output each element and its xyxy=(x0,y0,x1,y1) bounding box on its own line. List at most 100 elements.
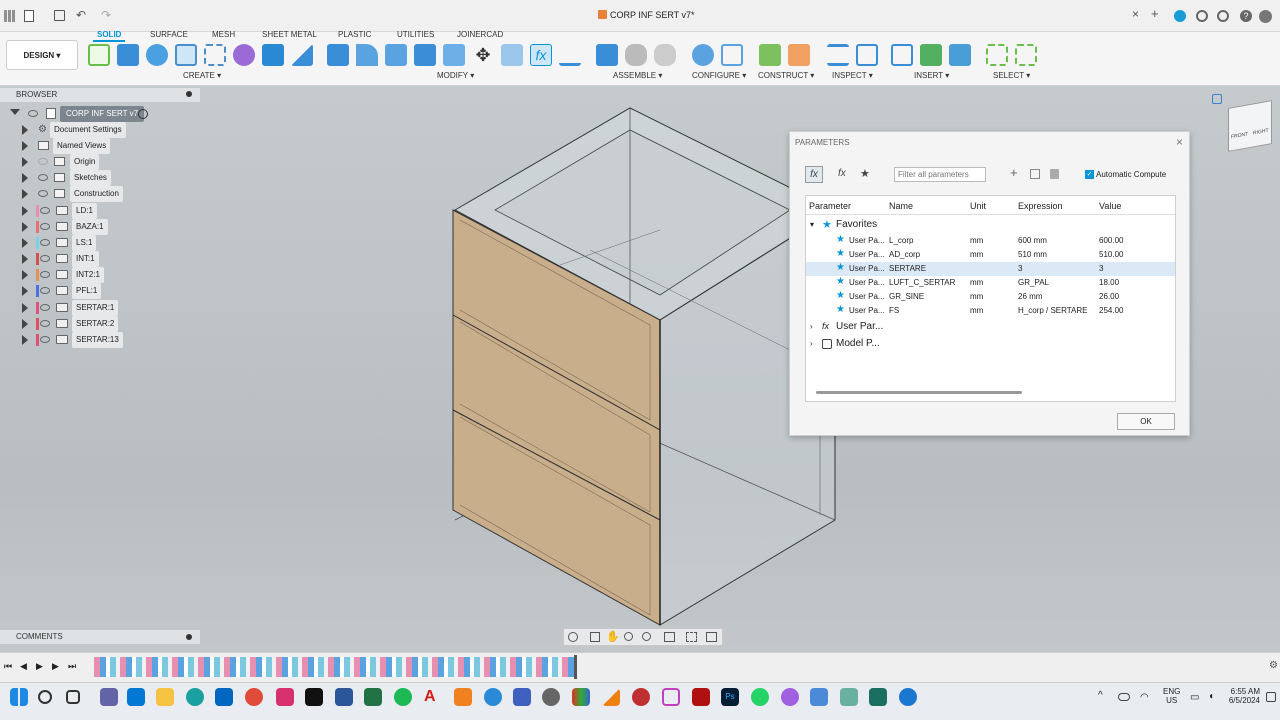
new-sketch-icon[interactable] xyxy=(88,44,110,66)
parameter-row[interactable]: ★ User Pa... L_corp mm 600 mm 600.00 xyxy=(806,234,1175,248)
group-modify[interactable]: MODIFY ▾ xyxy=(437,71,474,80)
tab-mesh[interactable]: MESH xyxy=(212,30,235,39)
browser-item-document-settings[interactable]: ⚙ Document Settings xyxy=(0,122,200,138)
instagram-icon[interactable] xyxy=(276,688,294,706)
fx-filter-icon[interactable]: fx xyxy=(805,166,823,183)
vlc-icon[interactable] xyxy=(602,688,620,706)
step-forward-icon[interactable]: ▶ xyxy=(52,661,59,672)
fast-forward-icon[interactable]: ⏭ xyxy=(68,661,76,672)
horizontal-scrollbar[interactable] xyxy=(816,391,1022,394)
windows-start-icon[interactable] xyxy=(10,688,28,706)
help-icon[interactable]: ? xyxy=(1240,10,1252,22)
browser-item-sketches[interactable]: Sketches xyxy=(0,170,200,186)
display-settings-icon[interactable] xyxy=(664,632,675,642)
viewports-icon[interactable] xyxy=(706,632,717,642)
insert-canvas-icon[interactable] xyxy=(949,44,971,66)
favorite-star-icon[interactable]: ★ xyxy=(860,167,870,180)
tab-solid[interactable]: SOLID xyxy=(92,30,126,42)
expand-arrow-icon[interactable] xyxy=(22,335,28,345)
browser-item-origin[interactable]: Origin xyxy=(0,154,200,170)
move-icon[interactable]: ✥ xyxy=(472,44,494,66)
browser-item-named-views[interactable]: Named Views xyxy=(0,138,200,154)
eye-icon[interactable] xyxy=(38,190,48,197)
dialog-close-icon[interactable]: × xyxy=(1176,135,1183,149)
acrobat-icon[interactable]: A xyxy=(424,688,442,706)
settings-icon[interactable] xyxy=(542,688,560,706)
browser-item-int2[interactable]: INT2:1 xyxy=(0,267,200,283)
expand-arrow-icon[interactable] xyxy=(22,319,28,329)
search-icon[interactable] xyxy=(38,690,52,704)
revolve-icon[interactable] xyxy=(146,44,168,66)
star-icon[interactable]: ★ xyxy=(836,234,845,245)
star-icon[interactable]: ★ xyxy=(836,290,845,301)
app-icon-1[interactable] xyxy=(484,688,502,706)
eye-icon[interactable] xyxy=(40,320,50,327)
pyramid-icon[interactable] xyxy=(291,44,313,66)
expand-arrow-icon[interactable] xyxy=(22,286,28,296)
app-icon-2[interactable] xyxy=(513,688,531,706)
expand-arrow-icon[interactable] xyxy=(22,206,28,216)
teams-icon[interactable] xyxy=(100,688,118,706)
job-status-icon[interactable] xyxy=(1196,10,1208,22)
app-icon-5[interactable] xyxy=(692,688,710,706)
browser-item-sertar-13[interactable]: SERTAR:13 xyxy=(0,332,200,348)
new-tab-icon[interactable]: + xyxy=(1151,6,1159,21)
expand-arrow-icon[interactable] xyxy=(22,141,28,151)
eye-icon[interactable] xyxy=(40,287,50,294)
mirror-icon[interactable] xyxy=(233,44,255,66)
group-construct[interactable]: CONSTRUCT ▾ xyxy=(758,71,814,80)
group-configure[interactable]: CONFIGURE ▾ xyxy=(692,71,746,80)
app-icon-8[interactable] xyxy=(840,688,858,706)
chamfer-icon[interactable] xyxy=(385,44,407,66)
eye-icon[interactable] xyxy=(40,223,50,230)
pan-icon[interactable]: ✋ xyxy=(606,630,620,643)
copy-parameter-icon[interactable] xyxy=(1030,169,1040,179)
spotify-icon[interactable] xyxy=(394,688,412,706)
section-analysis-icon[interactable] xyxy=(856,44,878,66)
parameters-fx-icon[interactable]: fx xyxy=(530,44,552,66)
star-icon[interactable]: ★ xyxy=(836,304,845,315)
collapse-arrow-icon[interactable]: ▾ xyxy=(810,220,814,229)
tab-utilities[interactable]: UTILITIES xyxy=(397,30,434,39)
profile-avatar[interactable] xyxy=(1259,10,1272,23)
star-icon[interactable]: ★ xyxy=(836,248,845,259)
eye-icon[interactable] xyxy=(40,271,50,278)
plane-at-angle-icon[interactable] xyxy=(788,44,810,66)
select-window-icon[interactable] xyxy=(986,44,1008,66)
clock[interactable]: 6:55 AM 6/5/2024 xyxy=(1226,687,1260,705)
ok-button[interactable]: OK xyxy=(1117,413,1175,430)
comments-bar[interactable]: COMMENTS xyxy=(0,630,200,644)
expand-arrow-icon[interactable]: › xyxy=(810,322,813,331)
parameter-row[interactable]: ★ User Pa... GR_SINE mm 26 mm 26.00 xyxy=(806,290,1175,304)
expand-arrow-icon[interactable] xyxy=(22,189,28,199)
parameter-row-selected[interactable]: ★ User Pa... SERTARE 3 3 xyxy=(806,262,1175,276)
insert-derive-icon[interactable] xyxy=(891,44,913,66)
expand-arrow-icon[interactable] xyxy=(22,254,28,264)
offset-plane-icon[interactable] xyxy=(759,44,781,66)
undo-icon[interactable]: ↶ xyxy=(76,8,86,22)
snipping-tool-icon[interactable] xyxy=(662,688,680,706)
play-icon[interactable]: ▶ xyxy=(36,661,43,672)
tiktok-icon[interactable] xyxy=(305,688,323,706)
new-component-icon[interactable] xyxy=(596,44,618,66)
tab-joinercad[interactable]: JOINERCAD xyxy=(457,30,503,39)
delete-parameter-icon[interactable] xyxy=(1050,169,1059,179)
whatsapp-icon[interactable] xyxy=(751,688,769,706)
column-header-expression[interactable]: Expression xyxy=(1018,201,1063,211)
network-icon[interactable]: ▭ xyxy=(1190,692,1199,703)
press-pull-icon[interactable] xyxy=(327,44,349,66)
configure-icon[interactable] xyxy=(692,44,714,66)
app-icon-6[interactable] xyxy=(781,688,799,706)
user-parameters-group[interactable]: › fx User Par... xyxy=(806,319,1175,335)
eye-icon[interactable] xyxy=(40,336,50,343)
task-view-icon[interactable] xyxy=(66,690,80,704)
add-parameter-icon[interactable]: + xyxy=(1010,165,1018,180)
store-icon[interactable] xyxy=(215,688,233,706)
insert-mesh-icon[interactable] xyxy=(920,44,942,66)
timeline-features-strip[interactable] xyxy=(94,657,574,677)
volume-icon[interactable]: ◖ xyxy=(1208,691,1214,702)
excel-icon[interactable] xyxy=(364,688,382,706)
zoom-window-icon[interactable] xyxy=(642,632,651,641)
word-icon[interactable] xyxy=(335,688,353,706)
expand-arrow-icon[interactable] xyxy=(22,125,28,135)
